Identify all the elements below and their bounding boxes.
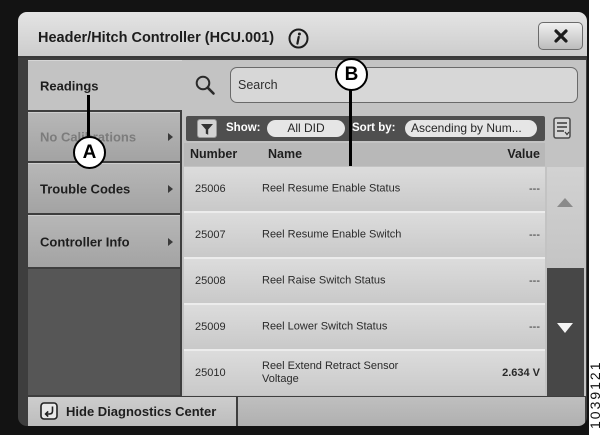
filter-icon[interactable] <box>197 119 217 138</box>
chevron-right-icon <box>168 184 173 193</box>
table-header: Number Name Value <box>184 143 545 166</box>
search-input[interactable] <box>230 67 578 103</box>
row-number: 25008 <box>195 275 226 287</box>
row-number: 25009 <box>195 321 226 333</box>
triangle-up-icon <box>557 198 573 207</box>
table-row[interactable]: 25010 Reel Extend Retract Sensor Voltage… <box>184 351 545 395</box>
row-value: --- <box>529 275 540 287</box>
scroll-down-button[interactable] <box>547 268 584 396</box>
close-button[interactable] <box>538 22 583 50</box>
sidebar-empty-area <box>28 269 180 395</box>
show-filter-dropdown[interactable]: All DID <box>267 120 345 137</box>
table-row[interactable]: 25009 Reel Lower Switch Status --- <box>184 305 545 349</box>
callout-a-leader <box>87 95 90 137</box>
title-bar: Header/Hitch Controller (HCU.001) <box>18 12 587 58</box>
show-label: Show: <box>226 122 261 134</box>
sidebar-item-label: Readings <box>40 78 99 93</box>
sidebar-item-label: Controller Info <box>40 234 130 249</box>
table-row[interactable]: 25006 Reel Resume Enable Status --- <box>184 167 545 211</box>
table-row[interactable]: 25007 Reel Resume Enable Switch --- <box>184 213 545 257</box>
footer-bar <box>238 397 585 426</box>
readings-panel: Show: All DID Sort by: Ascending by Num.… <box>182 60 586 396</box>
callout-b-leader <box>349 90 352 166</box>
row-value: --- <box>529 229 540 241</box>
row-name: Reel Lower Switch Status <box>262 320 388 333</box>
sidebar-item-label: Trouble Codes <box>40 181 131 196</box>
close-icon <box>553 29 568 43</box>
figure: Header/Hitch Controller (HCU.001) Readin… <box>0 0 601 435</box>
row-number: 25006 <box>195 183 226 195</box>
hide-diagnostics-label: Hide Diagnostics Center <box>66 404 217 419</box>
sidebar-item-controller-info[interactable]: Controller Info <box>28 215 180 267</box>
scrollbar <box>547 167 584 396</box>
scroll-up-button[interactable] <box>547 167 584 268</box>
list-icon[interactable] <box>553 117 571 139</box>
sidebar-item-trouble-codes[interactable]: Trouble Codes <box>28 163 180 213</box>
search-icon[interactable] <box>194 74 216 96</box>
row-name: Reel Resume Enable Status <box>262 182 401 195</box>
diagnostics-screen: Header/Hitch Controller (HCU.001) Readin… <box>18 12 587 426</box>
chevron-right-icon <box>168 133 173 141</box>
chevron-right-icon <box>168 237 173 246</box>
sidebar-item-readings[interactable]: Readings <box>28 60 184 110</box>
triangle-down-icon <box>557 323 573 333</box>
row-value: --- <box>529 321 540 333</box>
column-header-name: Name <box>268 147 303 161</box>
hide-diagnostics-button[interactable]: Hide Diagnostics Center <box>28 397 236 426</box>
row-value: --- <box>529 183 540 195</box>
figure-number: 1039121 <box>589 360 601 429</box>
callout-a: A <box>73 136 106 169</box>
column-header-number: Number <box>190 147 238 161</box>
row-name: Reel Resume Enable Switch <box>262 228 402 241</box>
row-name: Reel Extend Retract Sensor Voltage <box>262 360 399 385</box>
row-name: Reel Raise Switch Status <box>262 274 386 287</box>
info-icon[interactable] <box>288 28 309 49</box>
sort-order-dropdown[interactable]: Ascending by Num... <box>405 120 537 137</box>
table-row[interactable]: 25008 Reel Raise Switch Status --- <box>184 259 545 303</box>
callout-b: B <box>335 58 368 91</box>
row-number: 25007 <box>195 229 226 241</box>
sort-label: Sort by: <box>352 122 396 134</box>
row-number: 25010 <box>195 367 226 379</box>
filter-sort-bar: Show: All DID Sort by: Ascending by Num.… <box>186 116 545 141</box>
row-value: 2.634 V <box>502 367 540 379</box>
readings-table: 25006 Reel Resume Enable Status --- 2500… <box>184 167 545 395</box>
column-header-value: Value <box>507 147 540 161</box>
window-title: Header/Hitch Controller (HCU.001) <box>38 30 275 46</box>
exit-icon <box>40 402 58 420</box>
